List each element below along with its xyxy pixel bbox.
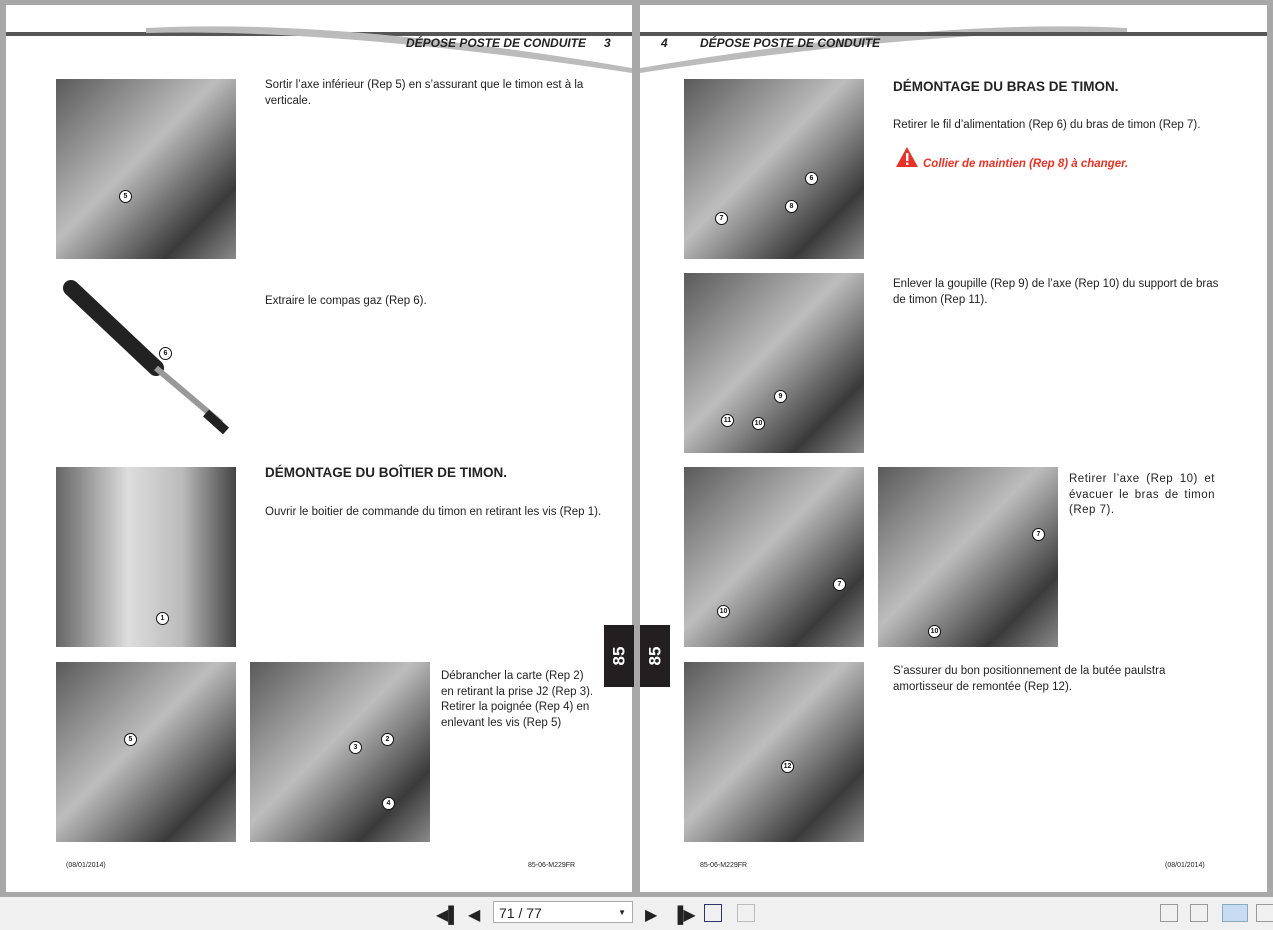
callout: 3 bbox=[349, 741, 362, 754]
footer-date: (08/01/2014) bbox=[1165, 862, 1205, 869]
step-text: Débrancher la carte (Rep 2) en retirant … bbox=[441, 670, 594, 729]
page-selector[interactable]: 71 / 77 ▼ bbox=[493, 901, 633, 923]
chevron-down-icon: ▼ bbox=[618, 908, 626, 917]
callout: 9 bbox=[774, 390, 787, 403]
callout: 7 bbox=[1032, 528, 1045, 541]
right-page: 4 DÉPOSE POSTE DE CONDUITE 6 8 7 DÉMONTA… bbox=[640, 5, 1267, 892]
callout: 1 bbox=[156, 612, 169, 625]
callout: 5 bbox=[119, 190, 132, 203]
step-text: Ouvrir le boitier de commande du timon e… bbox=[265, 506, 602, 518]
previous-page-icon[interactable]: ◀ bbox=[468, 905, 480, 925]
photo-axle-removal: 7 10 bbox=[684, 467, 864, 647]
callout: 12 bbox=[781, 760, 794, 773]
section-title: DÉMONTAGE DU BRAS DE TIMON. bbox=[893, 79, 1119, 94]
callout: 6 bbox=[159, 347, 172, 360]
callout: 10 bbox=[752, 417, 765, 430]
step-text: Retirer l’axe (Rep 10) et évacuer le bra… bbox=[1069, 473, 1215, 516]
photo-arm-removal: 7 10 bbox=[878, 467, 1058, 647]
callout: 11 bbox=[721, 414, 734, 427]
step-text: Extraire le compas gaz (Rep 6). bbox=[265, 295, 427, 307]
section-tab: 85 bbox=[640, 625, 670, 687]
warning-text: Collier de maintien (Rep 8) à changer. bbox=[923, 158, 1129, 170]
callout: 7 bbox=[715, 212, 728, 225]
single-page-view-icon[interactable] bbox=[1160, 904, 1178, 922]
next-page-icon[interactable]: ▶ bbox=[645, 905, 657, 925]
facing-pages-view-icon[interactable] bbox=[1222, 904, 1248, 922]
first-page-icon[interactable]: ◀▌ bbox=[436, 905, 460, 925]
last-page-icon[interactable]: ▐▶ bbox=[672, 905, 696, 925]
page-header: DÉPOSE POSTE DE CONDUITE bbox=[700, 36, 881, 50]
section-tab: 85 bbox=[604, 625, 634, 687]
footer-ref: 85-06-M229FR bbox=[700, 862, 748, 869]
callout: 4 bbox=[382, 797, 395, 810]
photo-gas-strut: 6 bbox=[56, 273, 236, 453]
continuous-view-icon[interactable] bbox=[1190, 904, 1208, 922]
callout: 5 bbox=[124, 733, 137, 746]
page-number: 3 bbox=[604, 36, 611, 50]
step-text: S’assurer du bon positionnement de la bu… bbox=[893, 665, 1166, 693]
step-text: Enlever la goupille (Rep 9) de l’axe (Re… bbox=[893, 278, 1219, 306]
callout: 6 bbox=[805, 172, 818, 185]
continuous-facing-view-icon[interactable] bbox=[1256, 904, 1273, 922]
photo-control-box: 1 bbox=[56, 467, 236, 647]
photo-power-wire: 6 8 7 bbox=[684, 79, 864, 259]
callout: 2 bbox=[381, 733, 394, 746]
callout: 10 bbox=[717, 605, 730, 618]
photo-handle: 5 bbox=[56, 662, 236, 842]
footer-date: (08/01/2014) bbox=[66, 862, 106, 869]
step-text: Sortir l’axe inférieur (Rep 5) en s’assu… bbox=[265, 79, 584, 107]
callout: 7 bbox=[833, 578, 846, 591]
page-number: 4 bbox=[661, 36, 668, 50]
photo-lower-axle: 5 bbox=[56, 79, 236, 259]
photo-buffer: 12 bbox=[684, 662, 864, 842]
callout: 10 bbox=[928, 625, 941, 638]
step-text: Retirer le fil d’alimentation (Rep 6) du… bbox=[893, 119, 1201, 131]
warning-icon bbox=[896, 147, 918, 167]
go-back-view-icon[interactable] bbox=[704, 904, 722, 922]
left-page: DÉPOSE POSTE DE CONDUITE 3 5 Sortir l’ax… bbox=[6, 5, 634, 892]
go-forward-view-icon[interactable] bbox=[737, 904, 755, 922]
photo-card: 2 3 4 bbox=[250, 662, 430, 842]
viewer-toolbar: ◀▌ ◀ 71 / 77 ▼ ▶ ▐▶ bbox=[0, 897, 1273, 930]
section-title: DÉMONTAGE DU BOÎTIER DE TIMON. bbox=[265, 465, 507, 480]
callout: 8 bbox=[785, 200, 798, 213]
page-indicator: 71 / 77 bbox=[499, 905, 542, 921]
footer-ref: 85-06-M229FR bbox=[528, 862, 576, 869]
photo-pin: 9 10 11 bbox=[684, 273, 864, 453]
page-header: DÉPOSE POSTE DE CONDUITE bbox=[406, 36, 587, 50]
